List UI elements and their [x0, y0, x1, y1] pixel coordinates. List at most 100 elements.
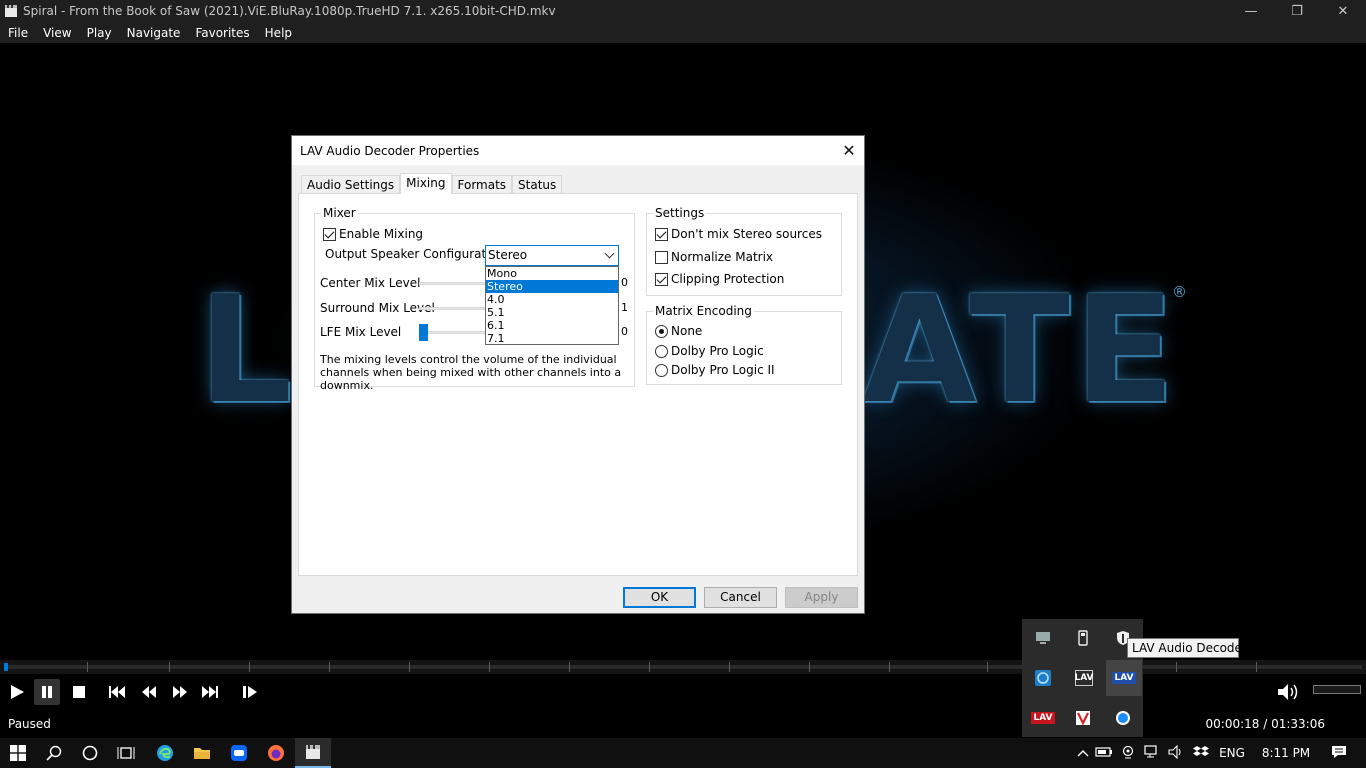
minimize-button[interactable]: — — [1228, 0, 1274, 22]
mpc-hc-taskbar-icon[interactable] — [295, 738, 331, 768]
seek-bar[interactable] — [0, 660, 1366, 674]
output-speaker-config-combo[interactable]: Stereo — [485, 245, 619, 266]
dolby-pro-logic-row[interactable]: Dolby Pro Logic — [655, 344, 764, 358]
maximize-button[interactable]: ❐ — [1274, 0, 1320, 22]
enable-mixing-label: Enable Mixing — [339, 227, 424, 241]
tab-formats[interactable]: Formats — [451, 175, 513, 194]
normalize-matrix-checkbox[interactable] — [655, 250, 668, 264]
clipping-protection-row[interactable]: Clipping Protection — [655, 272, 784, 286]
lav-splitter-icon[interactable]: LAV — [1031, 706, 1055, 730]
seek-position-thumb[interactable] — [4, 663, 8, 671]
search-icon[interactable] — [36, 738, 72, 768]
volume-slider[interactable] — [1313, 685, 1361, 694]
dont-mix-stereo-checkbox[interactable] — [655, 227, 668, 241]
next-icon[interactable] — [197, 679, 223, 705]
speaker-volume-icon[interactable] — [1275, 680, 1301, 704]
cancel-button[interactable]: Cancel — [704, 587, 777, 608]
playback-status: Paused — [8, 717, 51, 731]
stop-icon[interactable] — [66, 679, 92, 705]
webcam-icon[interactable] — [1116, 745, 1140, 762]
chapter-marker — [249, 662, 250, 672]
battery-icon[interactable] — [1092, 746, 1116, 761]
surround-mix-value: 1 — [621, 301, 628, 314]
task-view-icon[interactable] — [108, 738, 144, 768]
clipping-protection-checkbox[interactable] — [655, 272, 668, 286]
windows-start-icon[interactable] — [0, 738, 36, 768]
seek-track[interactable] — [4, 665, 1362, 669]
normalize-matrix-label: Normalize Matrix — [671, 250, 774, 264]
chapter-marker — [889, 662, 890, 672]
pause-icon[interactable] — [34, 679, 60, 705]
action-center-icon[interactable] — [1322, 745, 1356, 762]
lfe-slider-thumb[interactable] — [419, 324, 428, 341]
dropdown-option-mono[interactable]: Mono — [486, 267, 618, 280]
output-speaker-config-value: Stereo — [488, 248, 528, 262]
tray-tooltip: LAV Audio Decoder — [1127, 638, 1247, 658]
menu-help[interactable]: Help — [257, 26, 299, 40]
menu-favorites[interactable]: Favorites — [187, 26, 256, 40]
ok-button[interactable]: OK — [623, 587, 696, 608]
close-window-button[interactable]: ✕ — [1320, 0, 1366, 22]
frame-step-icon[interactable] — [237, 679, 263, 705]
enable-mixing-checkbox-row[interactable]: Enable Mixing — [323, 227, 423, 241]
intel-graphics-icon[interactable] — [1031, 666, 1055, 690]
volume-tray-icon[interactable] — [1164, 744, 1188, 762]
network-tray-icon[interactable] — [1140, 744, 1164, 762]
tray-overflow-popup: LAV LAV LAV — [1022, 619, 1143, 737]
chapter-marker — [569, 662, 570, 672]
lav-audio-icon[interactable]: LAV — [1106, 660, 1142, 696]
dolby-pro-logic-2-row[interactable]: Dolby Pro Logic II — [655, 363, 775, 377]
dropdown-option-6-1[interactable]: 6.1 — [486, 319, 618, 332]
chevron-up-icon[interactable] — [1074, 746, 1092, 760]
menu-file[interactable]: File — [0, 26, 35, 40]
apply-button[interactable]: Apply — [785, 587, 858, 608]
vlc-icon[interactable] — [1071, 706, 1095, 730]
firefox-icon[interactable] — [258, 738, 294, 768]
usb-icon[interactable] — [1071, 626, 1095, 650]
lav-video-icon[interactable]: LAV — [1074, 670, 1094, 686]
status-bar: Paused 00:00:18 / 01:33:06 — [0, 710, 1366, 738]
file-explorer-icon[interactable] — [184, 738, 220, 768]
menu-play[interactable]: Play — [79, 26, 119, 40]
dropdown-option-4-0[interactable]: 4.0 — [486, 293, 618, 306]
fast-forward-icon[interactable] — [167, 679, 193, 705]
dropdown-option-7-1[interactable]: 7.1 — [486, 332, 618, 345]
dropdown-option-stereo[interactable]: Stereo — [486, 280, 618, 293]
zalo-taskbar-icon[interactable] — [221, 738, 257, 768]
play-icon[interactable] — [4, 679, 30, 705]
dolby-pro-logic-2-radio[interactable] — [655, 363, 668, 377]
menu-navigate[interactable]: Navigate — [119, 26, 188, 40]
enable-mixing-checkbox[interactable] — [323, 227, 336, 241]
mpc-hc-app-icon — [5, 5, 17, 17]
matrix-none-row[interactable]: None — [655, 324, 702, 338]
window-title-bar: Spiral - From the Book of Saw (2021).ViE… — [0, 0, 1366, 22]
network-icon[interactable] — [1031, 626, 1055, 650]
surround-mix-level-label: Surround Mix Level — [320, 301, 435, 315]
dolby-pro-logic-label: Dolby Pro Logic — [671, 344, 764, 358]
dropdown-option-5-1[interactable]: 5.1 — [486, 306, 618, 319]
edge-browser-icon[interactable] — [147, 738, 183, 768]
chapter-marker — [169, 662, 170, 672]
dropbox-icon[interactable] — [1188, 745, 1214, 762]
cortana-icon[interactable] — [72, 738, 108, 768]
matrix-none-radio[interactable] — [655, 324, 668, 338]
dont-mix-stereo-row[interactable]: Don't mix Stereo sources — [655, 227, 822, 241]
tab-audio-settings[interactable]: Audio Settings — [301, 175, 401, 194]
dialog-close-button[interactable]: ✕ — [834, 136, 864, 165]
chevron-down-icon[interactable] — [604, 246, 614, 265]
settings-group-label: Settings — [653, 206, 707, 220]
mixer-group-label: Mixer — [321, 206, 358, 220]
rewind-icon[interactable] — [136, 679, 162, 705]
input-language[interactable]: ENG — [1214, 746, 1250, 760]
previous-icon[interactable] — [104, 679, 130, 705]
speaker-config-dropdown: Mono Stereo 4.0 5.1 6.1 7.1 — [485, 266, 619, 345]
tab-status[interactable]: Status — [512, 175, 563, 194]
chapter-marker — [987, 662, 988, 672]
normalize-matrix-row[interactable]: Normalize Matrix — [655, 250, 773, 264]
tab-mixing[interactable]: Mixing — [400, 173, 452, 194]
dolby-pro-logic-radio[interactable] — [655, 344, 668, 358]
dolby-pro-logic-2-label: Dolby Pro Logic II — [671, 363, 775, 377]
taskbar-clock[interactable]: 8:11 PM — [1250, 746, 1322, 760]
menu-view[interactable]: View — [35, 26, 78, 40]
zalo-icon[interactable] — [1111, 706, 1135, 730]
